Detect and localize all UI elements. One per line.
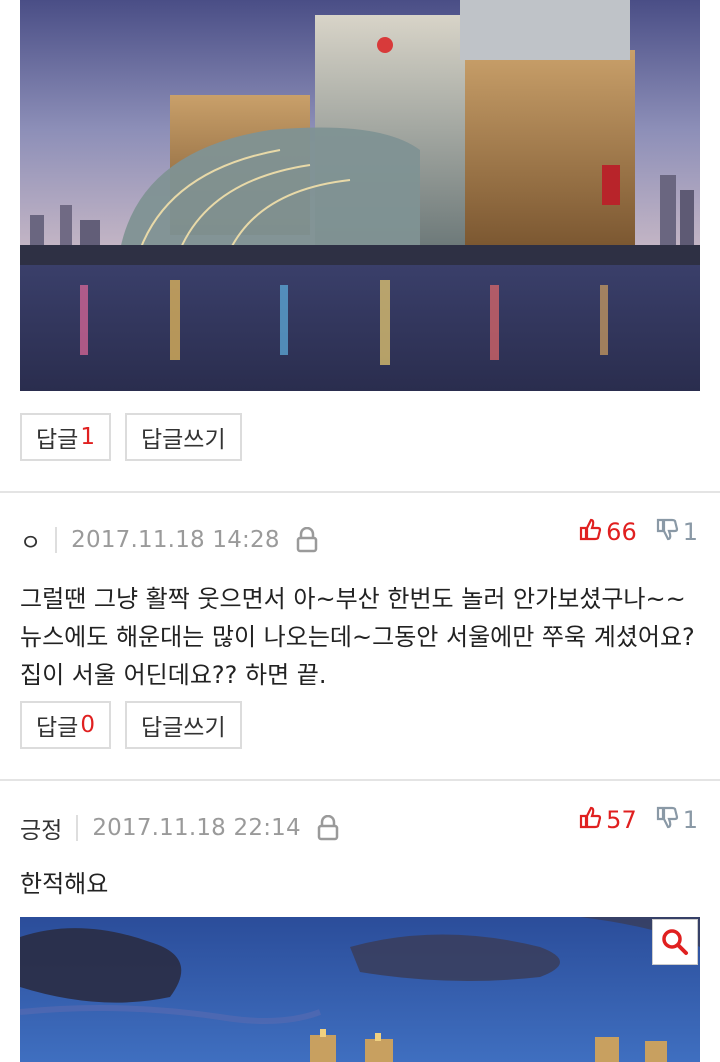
upvote-count: 66 bbox=[606, 518, 637, 546]
comment-text: 그럴땐 그냥 활짝 웃으면서 아~부산 한번도 놀러 안가보셨구나~~뉴스에도 … bbox=[20, 585, 695, 689]
lock-icon bbox=[317, 815, 339, 841]
comment-votes: 57 1 bbox=[578, 802, 698, 838]
divider bbox=[0, 779, 720, 781]
reply-count: 0 bbox=[80, 712, 95, 738]
downvote-button[interactable]: 1 bbox=[655, 805, 698, 835]
comment-author: 긍정 bbox=[20, 818, 63, 844]
skyline-photo-graphic bbox=[20, 917, 700, 1062]
comment-text: 한적해요 bbox=[20, 870, 109, 898]
upvote-count: 57 bbox=[606, 806, 637, 834]
thumb-up-icon bbox=[578, 805, 602, 835]
comment-datetime: 2017.11.18 14:28 bbox=[71, 527, 280, 553]
downvote-count: 1 bbox=[682, 806, 698, 834]
post-1-actions: 답글 1 답글쓰기 bbox=[20, 413, 242, 461]
comment-datetime: 2017.11.18 22:14 bbox=[92, 815, 301, 841]
divider bbox=[0, 491, 720, 493]
downvote-button[interactable]: 1 bbox=[655, 517, 698, 547]
thumb-down-icon bbox=[655, 517, 679, 547]
upvote-button[interactable]: 57 bbox=[578, 805, 637, 835]
comment-meta: 긍정 2017.11.18 22:14 bbox=[20, 810, 339, 846]
thumb-up-icon bbox=[578, 517, 602, 547]
comment-photo-skyline bbox=[20, 917, 700, 1062]
comment-votes: 66 1 bbox=[578, 514, 698, 550]
post-2-actions: 답글 0 답글쓰기 bbox=[20, 701, 242, 749]
zoom-image-button[interactable] bbox=[652, 919, 698, 965]
magnifier-icon bbox=[661, 928, 689, 956]
write-reply-button[interactable]: 답글쓰기 bbox=[124, 701, 242, 749]
comment-meta: ㅇ 2017.11.18 14:28 bbox=[20, 522, 318, 558]
reply-label: 답글 bbox=[36, 427, 79, 453]
meta-separator bbox=[76, 815, 79, 841]
mall-photo-graphic bbox=[20, 0, 700, 391]
comment-author: ㅇ bbox=[20, 530, 42, 556]
reply-count-button[interactable]: 답글 0 bbox=[20, 701, 111, 749]
lock-icon bbox=[296, 527, 318, 553]
upvote-button[interactable]: 66 bbox=[578, 517, 637, 547]
downvote-count: 1 bbox=[682, 518, 698, 546]
write-reply-button[interactable]: 답글쓰기 bbox=[124, 413, 242, 461]
reply-count-button[interactable]: 답글 1 bbox=[20, 413, 111, 461]
reply-count: 1 bbox=[80, 424, 95, 450]
reply-label: 답글 bbox=[36, 715, 79, 741]
meta-separator bbox=[55, 527, 58, 553]
thumb-down-icon bbox=[655, 805, 679, 835]
post-photo-mall bbox=[20, 0, 700, 391]
